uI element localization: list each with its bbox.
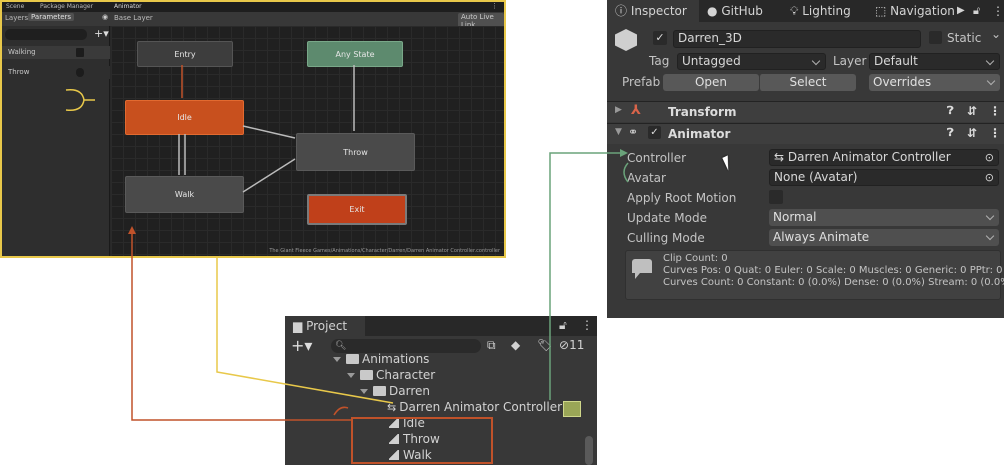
animator-link-line: [216, 258, 394, 404]
arrow-head-icon: [620, 149, 628, 157]
clips-highlight-box: [351, 417, 493, 464]
yellow-bracket-mark: [65, 88, 95, 112]
arrow-head-icon: [128, 226, 136, 234]
clips-link-line: [131, 232, 352, 421]
controller-link-line: [549, 152, 626, 400]
annotation-connectors: [65, 88, 629, 464]
green-bracket-mark: [623, 162, 629, 183]
red-bracket-mark: [333, 406, 349, 416]
